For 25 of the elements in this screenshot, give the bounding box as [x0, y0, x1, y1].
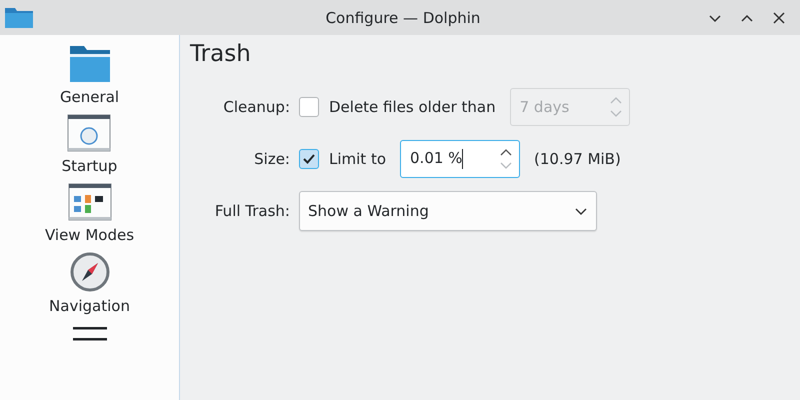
- field-label: Size:: [253, 150, 290, 168]
- folder-icon: [68, 45, 110, 83]
- field-label: Cleanup:: [222, 98, 290, 116]
- chevron-down-icon: [574, 206, 588, 216]
- sidebar-item[interactable]: Startup: [56, 114, 124, 175]
- chevron-down-icon: [708, 12, 722, 22]
- sidebar-item[interactable]: Navigation: [43, 252, 136, 315]
- sidebar-item[interactable]: View Modes: [38, 183, 140, 244]
- compass-icon: [70, 252, 110, 292]
- window-icon: [68, 183, 112, 221]
- page-title: Trash: [190, 41, 252, 67]
- chevron-up-icon: [740, 12, 754, 22]
- window-title: Configure — Dolphin: [324, 8, 482, 26]
- close-icon: [772, 12, 786, 24]
- window-icon: [67, 114, 112, 152]
- spin-box[interactable]: 0.01 %: [400, 140, 520, 178]
- checkbox[interactable]: Delete files older than: [299, 97, 496, 117]
- field-label: Full Trash:: [214, 202, 290, 220]
- folder-icon: [4, 6, 34, 28]
- checkbox-box[interactable]: [299, 97, 319, 117]
- dropdown[interactable]: Show a Warning: [299, 191, 597, 231]
- size-note: (10.97 MiB): [534, 150, 621, 168]
- sidebar-item[interactable]: General: [54, 45, 126, 106]
- checkbox-box[interactable]: [299, 149, 319, 169]
- checkbox[interactable]: Limit to: [299, 149, 386, 169]
